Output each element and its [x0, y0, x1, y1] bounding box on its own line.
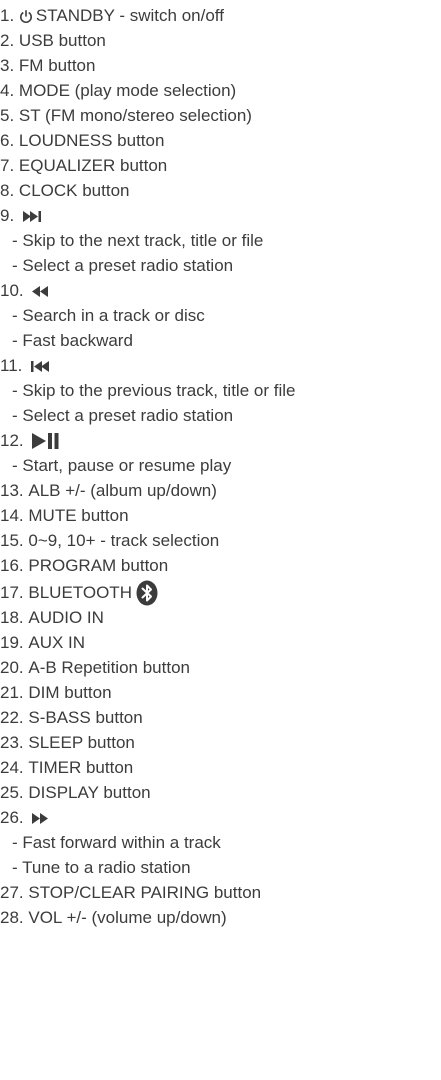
list-item-7: 7. EQUALIZER button — [0, 155, 167, 177]
item-number: 22. — [0, 708, 24, 727]
list-item-4: 4. MODE (play mode selection) — [0, 80, 236, 102]
item-text: 0~9, 10+ - track selection — [28, 531, 220, 550]
item-text: DIM button — [28, 683, 112, 702]
item-text: AUDIO IN — [28, 608, 104, 627]
item-number: 10. — [0, 281, 24, 300]
list-item-1: 1. STANDBY - switch on/off — [0, 5, 224, 27]
bluetooth-icon — [136, 580, 158, 606]
list-item-23: 23. SLEEP button — [0, 732, 135, 754]
item-number: 17. — [0, 583, 24, 602]
item-number: 8. — [0, 181, 15, 200]
item-number: 11. — [0, 356, 23, 375]
item-number: 1. — [0, 6, 15, 25]
play-pause-icon — [32, 433, 60, 449]
list-item-25: 25. DISPLAY button — [0, 782, 151, 804]
power-icon — [19, 9, 33, 24]
item-text: MUTE button — [28, 506, 129, 525]
next-track-icon — [22, 210, 43, 222]
item-text: AUX IN — [28, 633, 86, 652]
item-text: FM button — [18, 56, 96, 75]
list-item-22: 22. S-BASS button — [0, 707, 143, 729]
list-item-8: 8. CLOCK button — [0, 180, 129, 202]
list-item-10: 10. — [0, 280, 49, 302]
item-number: 12. — [0, 431, 24, 450]
button-function-list: 1. STANDBY - switch on/off 2. USB button… — [0, 0, 441, 1080]
item-26-detail-2: - Tune to a radio station — [12, 858, 191, 877]
item-number: 15. — [0, 531, 24, 550]
previous-track-icon — [31, 360, 51, 372]
item-number: 20. — [0, 658, 24, 677]
fast-forward-icon — [32, 812, 49, 824]
item-12-detail-1: - Start, pause or resume play — [12, 456, 232, 475]
item-number: 18. — [0, 608, 24, 627]
item-number: 23. — [0, 733, 24, 752]
list-item-24: 24. TIMER button — [0, 757, 133, 779]
item-number: 13. — [0, 481, 24, 500]
list-item-18: 18. AUDIO IN — [0, 607, 104, 629]
item-10-detail-1: - Search in a track or disc — [12, 306, 205, 325]
item-number: 27. — [0, 883, 24, 902]
item-text: STOP/CLEAR PAIRING button — [28, 883, 262, 902]
item-number: 14. — [0, 506, 24, 525]
item-11-detail-2: - Select a preset radio station — [12, 406, 234, 425]
list-item-14: 14. MUTE button — [0, 505, 129, 527]
list-item-13: 13. ALB +/- (album up/down) — [0, 480, 217, 502]
list-item-20: 20. A-B Repetition button — [0, 657, 190, 679]
list-item-3: 3. FM button — [0, 55, 95, 77]
rewind-icon — [32, 285, 49, 297]
list-item-2: 2. USB button — [0, 30, 106, 52]
item-text: CLOCK button — [18, 181, 130, 200]
item-number: 21. — [0, 683, 24, 702]
item-number: 2. — [0, 31, 15, 50]
item-26-detail-1: - Fast forward within a track — [12, 833, 221, 852]
list-item-12: 12. — [0, 430, 60, 452]
item-text: ALB +/- (album up/down) — [28, 481, 217, 500]
list-item-16: 16. PROGRAM button — [0, 555, 168, 577]
item-text: BLUETOOTH — [28, 583, 132, 602]
item-text: PROGRAM button — [28, 556, 169, 575]
list-item-21: 21. DIM button — [0, 682, 112, 704]
item-9-detail-2: - Select a preset radio station — [12, 256, 234, 275]
item-10-detail-2: - Fast backward — [12, 331, 133, 350]
item-number: 19. — [0, 633, 24, 652]
item-text: LOUDNESS button — [18, 131, 165, 150]
item-number: 24. — [0, 758, 24, 777]
list-item-26: 26. — [0, 807, 49, 829]
item-text: A-B Repetition button — [28, 658, 190, 677]
item-number: 3. — [0, 56, 15, 75]
item-text: TIMER button — [28, 758, 134, 777]
item-text: ST (FM mono/stereo selection) — [18, 106, 252, 125]
list-item-17: 17. BLUETOOTH — [0, 580, 158, 606]
item-text: DISPLAY button — [28, 783, 151, 802]
list-item-27: 27. STOP/CLEAR PAIRING button — [0, 882, 261, 904]
list-item-28: 28. VOL +/- (volume up/down) — [0, 907, 227, 929]
item-text: EQUALIZER button — [18, 156, 168, 175]
item-text: VOL +/- (volume up/down) — [28, 908, 227, 927]
item-11-detail-1: - Skip to the previous track, title or f… — [12, 381, 296, 400]
item-text: MODE (play mode selection) — [18, 81, 237, 100]
item-text: S-BASS button — [28, 708, 143, 727]
item-number: 25. — [0, 783, 24, 802]
item-number: 6. — [0, 131, 15, 150]
item-number: 9. — [0, 206, 15, 225]
item-number: 16. — [0, 556, 24, 575]
item-number: 26. — [0, 808, 24, 827]
item-9-detail-1: - Skip to the next track, title or file — [12, 231, 264, 250]
list-item-9: 9. — [0, 205, 43, 227]
item-text: STANDBY - switch on/off — [35, 6, 224, 25]
item-number: 7. — [0, 156, 15, 175]
item-text: USB button — [18, 31, 106, 50]
item-number: 4. — [0, 81, 15, 100]
list-item-15: 15. 0~9, 10+ - track selection — [0, 530, 219, 552]
list-item-5: 5. ST (FM mono/stereo selection) — [0, 105, 252, 127]
list-item-6: 6. LOUDNESS button — [0, 130, 164, 152]
item-number: 28. — [0, 908, 24, 927]
item-text: SLEEP button — [28, 733, 135, 752]
item-number: 5. — [0, 106, 15, 125]
list-item-11: 11. — [0, 355, 51, 377]
list-item-19: 19. AUX IN — [0, 632, 85, 654]
